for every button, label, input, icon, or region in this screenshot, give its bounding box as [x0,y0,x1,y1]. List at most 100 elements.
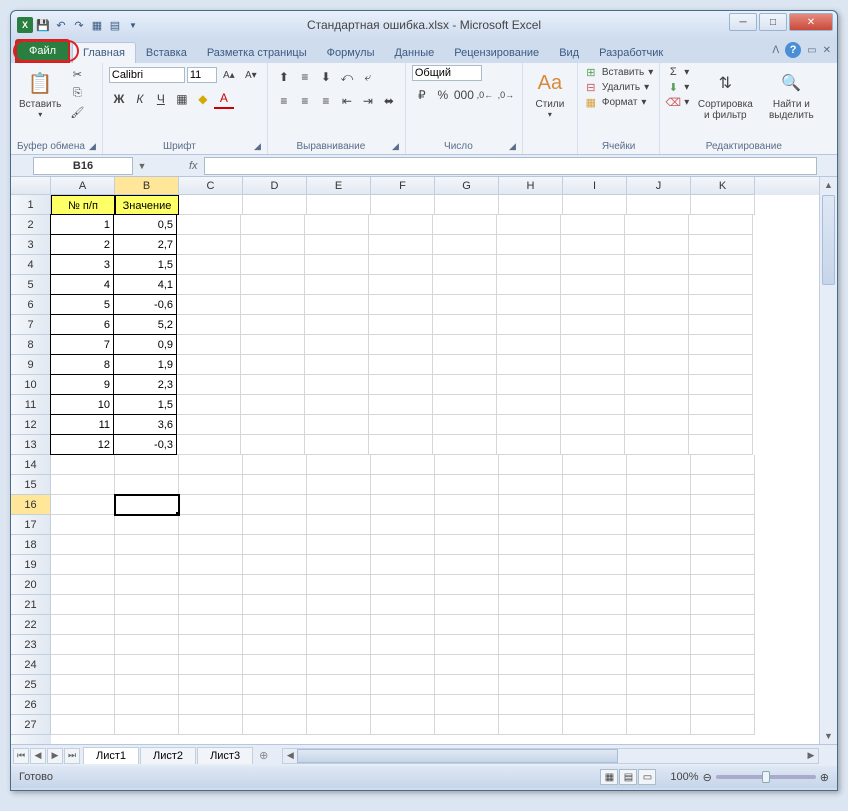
col-header-F[interactable]: F [371,177,435,195]
row-header-22[interactable]: 22 [11,615,51,635]
cell-G24[interactable] [435,655,499,675]
tab-review[interactable]: Рецензирование [444,43,549,63]
scroll-up-icon[interactable]: ▲ [820,177,837,193]
cell-K22[interactable] [691,615,755,635]
col-header-K[interactable]: K [691,177,755,195]
cell-J18[interactable] [627,535,691,555]
cell-H1[interactable] [499,195,563,215]
cell-K5[interactable] [689,275,753,295]
cell-B7[interactable]: 5,2 [113,314,177,335]
cell-F5[interactable] [369,275,433,295]
cell-J4[interactable] [625,255,689,275]
cell-H24[interactable] [499,655,563,675]
align-bottom-icon[interactable]: ⬇ [316,67,336,87]
col-header-A[interactable]: A [51,177,115,195]
font-size-input[interactable] [187,67,217,83]
cell-F21[interactable] [371,595,435,615]
cell-D12[interactable] [241,415,305,435]
cell-I10[interactable] [561,375,625,395]
cell-F27[interactable] [371,715,435,735]
name-box[interactable]: B16 [33,157,133,175]
cell-D14[interactable] [243,455,307,475]
cell-E24[interactable] [307,655,371,675]
cell-C25[interactable] [179,675,243,695]
cell-E18[interactable] [307,535,371,555]
cell-E13[interactable] [305,435,369,455]
cell-A18[interactable] [51,535,115,555]
fx-icon[interactable]: fx [189,160,198,172]
cell-I1[interactable] [563,195,627,215]
sheet-nav-first-icon[interactable]: ⏮ [13,748,29,764]
cell-C16[interactable] [179,495,243,515]
row-header-3[interactable]: 3 [11,235,51,255]
col-header-J[interactable]: J [627,177,691,195]
cell-E6[interactable] [305,295,369,315]
cell-A19[interactable] [51,555,115,575]
vscroll-thumb[interactable] [822,195,835,285]
cell-D9[interactable] [241,355,305,375]
cut-icon[interactable]: ✂ [67,65,87,83]
cell-D4[interactable] [241,255,305,275]
cell-F20[interactable] [371,575,435,595]
cell-B20[interactable] [115,575,179,595]
align-right-icon[interactable]: ≡ [316,91,336,111]
cell-H2[interactable] [497,215,561,235]
cell-J20[interactable] [627,575,691,595]
cell-I9[interactable] [561,355,625,375]
cell-H19[interactable] [499,555,563,575]
cell-I19[interactable] [563,555,627,575]
row-header-8[interactable]: 8 [11,335,51,355]
cell-F16[interactable] [371,495,435,515]
cell-F11[interactable] [369,395,433,415]
align-middle-icon[interactable]: ≡ [295,67,315,87]
cell-D15[interactable] [243,475,307,495]
cell-B25[interactable] [115,675,179,695]
cell-J27[interactable] [627,715,691,735]
cell-H13[interactable] [497,435,561,455]
cell-H4[interactable] [497,255,561,275]
cell-H14[interactable] [499,455,563,475]
cell-H22[interactable] [499,615,563,635]
tab-data[interactable]: Данные [384,43,444,63]
cell-A27[interactable] [51,715,115,735]
cell-H26[interactable] [499,695,563,715]
alignment-launcher-icon[interactable]: ◢ [392,141,399,152]
cell-J8[interactable] [625,335,689,355]
cell-J1[interactable] [627,195,691,215]
cell-B1[interactable]: Значение [115,195,179,215]
minimize-button[interactable]: ─ [729,13,757,31]
cell-I24[interactable] [563,655,627,675]
cell-C22[interactable] [179,615,243,635]
cell-D7[interactable] [241,315,305,335]
cell-D21[interactable] [243,595,307,615]
row-header-21[interactable]: 21 [11,595,51,615]
cell-I8[interactable] [561,335,625,355]
cell-B15[interactable] [115,475,179,495]
cell-J15[interactable] [627,475,691,495]
cell-I6[interactable] [561,295,625,315]
cell-C27[interactable] [179,715,243,735]
col-header-H[interactable]: H [499,177,563,195]
cell-G4[interactable] [433,255,497,275]
number-format-input[interactable] [412,65,482,81]
cell-E22[interactable] [307,615,371,635]
row-header-12[interactable]: 12 [11,415,51,435]
cell-C8[interactable] [177,335,241,355]
cell-B19[interactable] [115,555,179,575]
percent-icon[interactable]: % [433,85,453,105]
cell-E21[interactable] [307,595,371,615]
cell-H3[interactable] [497,235,561,255]
merge-icon[interactable]: ⬌ [379,91,399,111]
cell-B17[interactable] [115,515,179,535]
cell-F12[interactable] [369,415,433,435]
cell-F25[interactable] [371,675,435,695]
cell-D1[interactable] [243,195,307,215]
cell-J7[interactable] [625,315,689,335]
cell-B26[interactable] [115,695,179,715]
cell-E10[interactable] [305,375,369,395]
cell-B24[interactable] [115,655,179,675]
cell-D22[interactable] [243,615,307,635]
bold-button[interactable]: Ж [109,89,129,109]
tab-file[interactable]: Файл [15,39,70,63]
cell-A24[interactable] [51,655,115,675]
